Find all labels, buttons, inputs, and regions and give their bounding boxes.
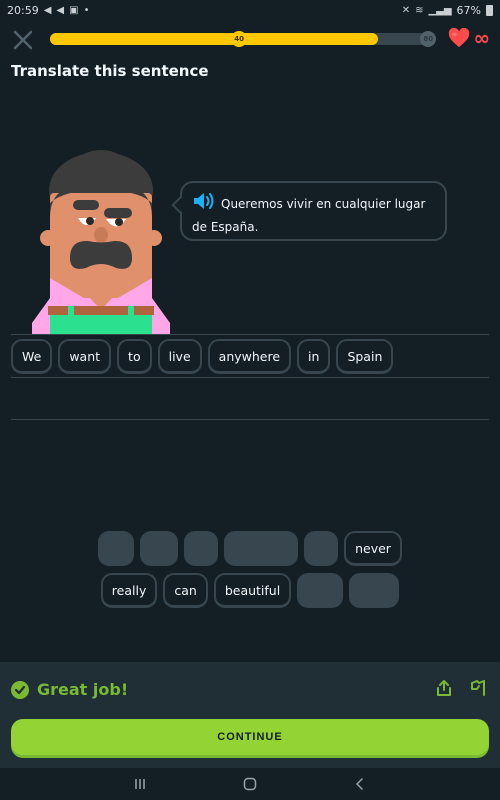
word-bank-row: never [0, 531, 500, 566]
milestone-label: 40 [234, 35, 244, 43]
milestone-marker: 40 [231, 31, 248, 47]
recents-icon [135, 779, 145, 789]
dot-icon: • [83, 4, 90, 16]
status-bar: 20:59 ◀ ◀ ▣ • ✕ ≋ ▁▃▅ 67% [0, 0, 500, 20]
status-left: 20:59 ◀ ◀ ▣ • [7, 4, 89, 17]
word-bank-tile[interactable]: can [163, 573, 208, 608]
milestone-marker: 80 [420, 31, 437, 47]
telegram-icon: ◀ [56, 4, 65, 16]
character-illustration [32, 150, 170, 334]
share-icon [437, 680, 451, 696]
answer-line [11, 377, 489, 378]
share-button[interactable] [436, 679, 452, 701]
play-audio-button[interactable] [192, 192, 216, 217]
wifi-icon: ≋ [415, 4, 424, 16]
close-icon [13, 30, 33, 50]
signal-icon: ▁▃▅ [428, 4, 452, 16]
speech-bubble: Queremos vivir en cualquier lugar de Esp… [171, 181, 447, 241]
clock: 20:59 [7, 3, 39, 17]
home-icon [243, 777, 257, 791]
answer-word-tile[interactable]: We [11, 339, 53, 374]
answer-line [11, 419, 489, 420]
flag-icon [471, 680, 485, 696]
word-bank-tile[interactable]: really [100, 573, 158, 608]
hearts-counter[interactable]: ∞ [448, 28, 490, 48]
prompt-title: Translate this sentence [11, 62, 209, 80]
home-button[interactable] [195, 777, 305, 791]
lesson-header: 40 80 ∞ [0, 26, 500, 54]
answer-word-tile[interactable]: in [297, 339, 331, 374]
used-word-slot [297, 573, 344, 608]
back-icon [355, 778, 363, 790]
answer-word-tile[interactable]: to [117, 339, 152, 374]
hearts-value: ∞ [473, 26, 490, 50]
gallery-icon: ▣ [69, 4, 79, 16]
used-word-slot [184, 531, 219, 566]
speech-bubble-tail [171, 196, 189, 214]
word-bank-row: really can beautiful [0, 573, 500, 608]
answer-word-tile[interactable]: anywhere [207, 339, 292, 374]
character-pants [50, 315, 152, 334]
feedback-header: Great job! [11, 680, 128, 699]
milestone-label: 80 [423, 35, 434, 43]
battery-level: 67% [456, 3, 481, 17]
character-eyebrow [104, 208, 132, 218]
answer-word-tile[interactable]: Spain [336, 339, 394, 374]
answer-area: We want to live anywhere in Spain [11, 339, 394, 374]
word-bank-tile[interactable]: never [344, 531, 402, 566]
heart-icon [449, 28, 470, 48]
used-word-slot [224, 531, 299, 566]
word-bank-tile[interactable]: beautiful [213, 573, 292, 608]
telegram-icon: ◀ [43, 4, 52, 16]
used-word-slot [304, 531, 339, 566]
feedback-panel: Great job! CONTINUE [0, 662, 500, 768]
answer-line [11, 334, 489, 335]
progress-fill [50, 33, 379, 45]
recents-button[interactable] [85, 777, 195, 791]
status-right: ✕ ≋ ▁▃▅ 67% [402, 4, 493, 17]
lesson-progress-bar: 40 80 [50, 31, 437, 47]
answer-word-tile[interactable]: live [157, 339, 202, 374]
continue-button[interactable]: CONTINUE [11, 719, 489, 755]
feedback-actions [436, 679, 486, 701]
answer-word-tile[interactable]: want [58, 339, 112, 374]
character-eyebrow [73, 200, 99, 210]
speaker-icon [194, 193, 214, 209]
used-word-slot [349, 573, 400, 608]
prompt-sentence: Queremos vivir en cualquier lugar de Esp… [192, 197, 426, 234]
report-button[interactable] [470, 679, 486, 701]
feedback-title: Great job! [37, 680, 129, 699]
used-word-slot [98, 531, 135, 566]
used-word-slot [140, 531, 179, 566]
battery-icon [486, 4, 493, 16]
system-nav-bar [0, 768, 500, 800]
close-button[interactable] [12, 29, 34, 51]
back-button[interactable] [305, 777, 415, 791]
check-circle-icon [11, 680, 29, 699]
character-belt [48, 306, 154, 315]
mute-icon: ✕ [401, 4, 411, 16]
character-nose [94, 227, 108, 243]
